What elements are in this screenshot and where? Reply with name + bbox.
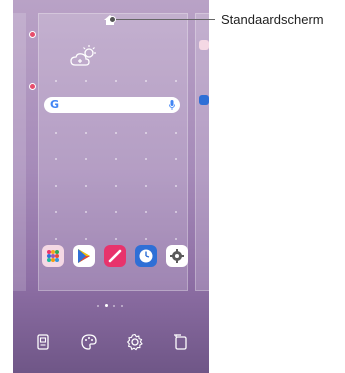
home-screen-edit-mode: G — [13, 0, 209, 373]
wallpaper-palette-icon — [81, 334, 97, 350]
play-store-icon[interactable] — [73, 245, 95, 267]
google-logo: G — [50, 98, 60, 111]
widgets-button[interactable] — [31, 330, 55, 354]
callout-anchor-dot — [109, 16, 116, 23]
apps-folder-icon[interactable] — [42, 245, 64, 267]
next-page-app-icon — [199, 95, 209, 105]
remove-widget-badge[interactable] — [29, 31, 36, 38]
pen-app-icon[interactable] — [104, 245, 126, 267]
page-indicator — [97, 304, 127, 308]
settings-app-icon[interactable] — [166, 245, 188, 267]
previous-page-preview[interactable] — [13, 13, 26, 291]
next-page-preview[interactable] — [195, 13, 209, 291]
screenshot-root: G Standaardscherm — [0, 0, 345, 373]
mic-icon[interactable] — [169, 100, 175, 110]
remove-widget-badge[interactable] — [29, 83, 36, 90]
google-search-widget[interactable]: G — [44, 97, 180, 113]
home-settings-button[interactable] — [123, 330, 147, 354]
screen-rotate-button[interactable] — [169, 330, 193, 354]
widgets-icon — [37, 334, 49, 350]
active-page-dot — [105, 304, 108, 307]
next-page-app-icon — [199, 40, 209, 50]
wallpaper-button[interactable] — [77, 330, 101, 354]
weather-cloud-sun-icon[interactable] — [69, 44, 99, 70]
dock — [42, 245, 188, 269]
clock-app-icon[interactable] — [135, 245, 157, 267]
callout-label-standaardscherm: Standaardscherm — [221, 12, 324, 27]
edit-mode-toolbar — [31, 330, 191, 354]
home-settings-gear-icon — [126, 333, 143, 351]
screen-rotate-icon — [174, 334, 187, 350]
callout-leader-line — [113, 19, 215, 20]
